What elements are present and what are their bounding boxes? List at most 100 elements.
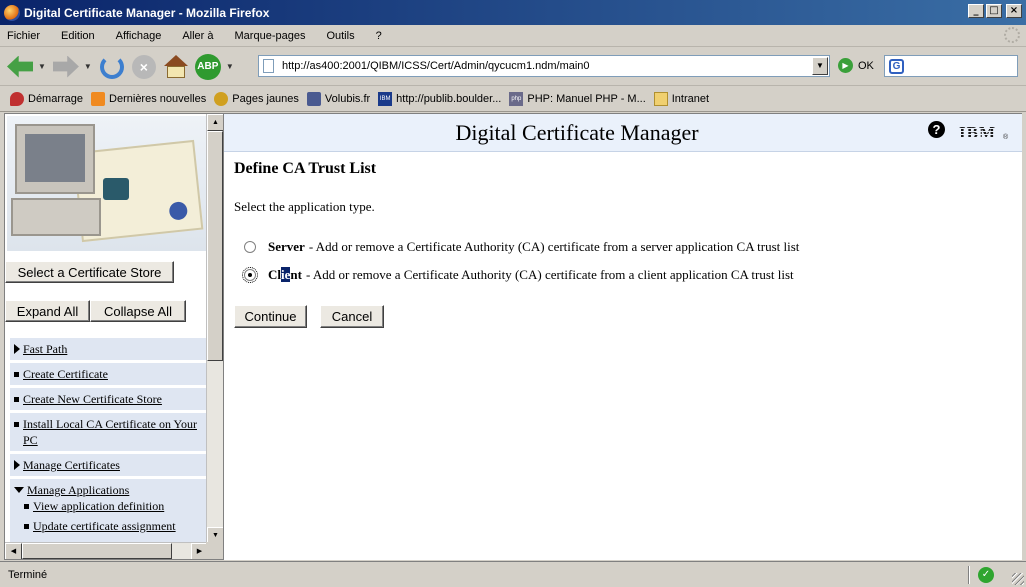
stop-icon: × bbox=[131, 54, 156, 79]
server-description: - Add or remove a Certificate Authority … bbox=[308, 239, 800, 254]
computer-illustration bbox=[11, 198, 101, 236]
horizontal-scroll-thumb[interactable] bbox=[22, 543, 172, 559]
bookmark-php-manuel[interactable]: php PHP: Manuel PHP - M... bbox=[509, 92, 646, 106]
collapse-all-button[interactable]: Collapse All bbox=[90, 300, 186, 322]
forward-arrow-icon bbox=[52, 55, 79, 78]
select-certificate-store-button[interactable]: Select a Certificate Store bbox=[5, 261, 174, 283]
section-title: Define CA Trust List bbox=[234, 160, 377, 177]
resize-grip[interactable] bbox=[1012, 573, 1024, 585]
ibm-registered-mark: ® bbox=[1003, 134, 1009, 141]
menu-aller-a[interactable]: Aller à bbox=[179, 30, 216, 42]
client-description: - Add or remove a Certificate Authority … bbox=[305, 267, 794, 282]
seal-icon bbox=[168, 201, 189, 221]
sidebar-item-fast-path[interactable]: Fast Path bbox=[10, 338, 209, 360]
help-icon[interactable]: ? bbox=[928, 121, 945, 138]
forward-history-dropdown-icon[interactable]: ▼ bbox=[84, 62, 92, 71]
server-radio[interactable] bbox=[244, 241, 256, 253]
collapse-triangle-icon bbox=[14, 487, 24, 493]
server-label: Server bbox=[268, 239, 305, 254]
menu-outils[interactable]: Outils bbox=[323, 30, 357, 42]
expand-all-button[interactable]: Expand All bbox=[5, 300, 90, 322]
bullet-icon bbox=[24, 524, 29, 529]
back-button[interactable] bbox=[6, 53, 34, 81]
sidebar-item-create-new-store[interactable]: Create New Certificate Store bbox=[10, 388, 209, 410]
search-input[interactable]: G bbox=[884, 55, 1018, 77]
bookmark-publib-boulder[interactable]: IBM http://publib.boulder... bbox=[378, 92, 501, 106]
sidebar-vertical-scrollbar[interactable]: ▲ ▼ bbox=[206, 114, 223, 544]
menu-bar: Fichier Edition Affichage Aller à Marque… bbox=[0, 25, 1026, 47]
url-bar[interactable]: http://as400:2001/QIBM/ICSS/Cert/Admin/q… bbox=[258, 55, 830, 77]
forward-button[interactable] bbox=[52, 53, 80, 81]
ibm-icon: IBM bbox=[378, 92, 393, 106]
bookmark-demarrage[interactable]: Démarrage bbox=[10, 92, 83, 106]
status-ok-icon: ✓ bbox=[978, 567, 994, 583]
menu-marque-pages[interactable]: Marque-pages bbox=[232, 30, 309, 42]
sidebar-horizontal-scrollbar[interactable]: ◀ ▶ bbox=[5, 542, 208, 559]
continue-button[interactable]: Continue bbox=[234, 305, 307, 328]
sidebar-item-create-certificate[interactable]: Create Certificate bbox=[10, 363, 209, 385]
go-label: OK bbox=[858, 59, 874, 72]
adblock-dropdown-icon[interactable]: ▼ bbox=[226, 62, 234, 71]
bullet-icon bbox=[24, 504, 29, 509]
bookmark-intranet[interactable]: Intranet bbox=[653, 92, 709, 106]
bookmarks-toolbar: Démarrage Dernières nouvelles Pages jaun… bbox=[0, 87, 1026, 112]
sidebar-subitem-update-cert-assignment[interactable]: Update certificate assignment bbox=[14, 518, 176, 534]
firefox-icon bbox=[4, 4, 20, 21]
home-button[interactable] bbox=[162, 53, 190, 81]
client-radio[interactable] bbox=[242, 267, 258, 283]
page-title: Digital Certificate Manager bbox=[455, 120, 699, 145]
sidebar-item-install-local-ca[interactable]: Install Local CA Certificate on Your PC bbox=[10, 413, 209, 451]
bullet-icon bbox=[14, 372, 19, 377]
left-navigation-frame: Select a Certificate Store Expand All Co… bbox=[4, 113, 224, 560]
url-text: http://as400:2001/QIBM/ICSS/Cert/Admin/q… bbox=[282, 60, 590, 72]
adblock-button[interactable]: ABP bbox=[194, 53, 222, 81]
demarrage-icon bbox=[10, 92, 24, 106]
status-separator bbox=[968, 566, 970, 584]
menu-edition[interactable]: Edition bbox=[58, 30, 98, 42]
back-history-dropdown-icon[interactable]: ▼ bbox=[38, 62, 46, 71]
close-button[interactable]: × bbox=[1006, 4, 1022, 18]
home-icon bbox=[163, 54, 189, 79]
throbber-icon bbox=[1004, 27, 1020, 43]
expand-triangle-icon bbox=[14, 344, 20, 354]
maximize-button[interactable]: □ bbox=[986, 4, 1002, 18]
stop-button[interactable]: × bbox=[130, 53, 158, 81]
sidebar-subitem-view-app-definition[interactable]: View application definition bbox=[14, 498, 164, 514]
option-client[interactable]: Client - Add or remove a Certificate Aut… bbox=[242, 267, 794, 283]
manage-applications-header[interactable]: Manage Applications bbox=[14, 482, 129, 498]
pages-jaunes-icon bbox=[214, 92, 229, 106]
window-title: Digital Certificate Manager - Mozilla Fi… bbox=[24, 5, 270, 20]
text-selection-highlight: ie bbox=[281, 267, 291, 282]
disk-illustration bbox=[103, 178, 129, 200]
menu-fichier[interactable]: Fichier bbox=[4, 30, 43, 42]
main-content-frame: Digital Certificate Manager ? IBM ® Defi… bbox=[224, 113, 1022, 560]
bookmark-dernieres-nouvelles[interactable]: Dernières nouvelles bbox=[91, 92, 206, 106]
go-button[interactable]: ▶ OK bbox=[838, 58, 874, 73]
vertical-scroll-thumb[interactable] bbox=[207, 131, 223, 361]
google-search-icon: G bbox=[889, 58, 904, 74]
dcm-banner-image bbox=[7, 116, 207, 251]
adblock-icon: ABP bbox=[194, 53, 221, 80]
menu-affichage[interactable]: Affichage bbox=[113, 30, 165, 42]
client-label: Client bbox=[268, 267, 302, 282]
bullet-icon bbox=[14, 422, 19, 427]
main-header: Digital Certificate Manager ? IBM ® bbox=[224, 114, 1022, 152]
reload-button[interactable] bbox=[98, 53, 126, 81]
sidebar-item-manage-applications[interactable]: Manage Applications View application def… bbox=[10, 479, 209, 553]
php-icon: php bbox=[509, 92, 524, 106]
url-dropdown-icon[interactable]: ▼ bbox=[812, 57, 828, 75]
scroll-left-icon[interactable]: ◀ bbox=[5, 543, 22, 559]
go-icon: ▶ bbox=[838, 58, 853, 73]
volubis-icon bbox=[306, 92, 321, 106]
rss-icon bbox=[91, 92, 106, 106]
sidebar-item-manage-certificates[interactable]: Manage Certificates bbox=[10, 454, 209, 476]
ibm-logo: IBM bbox=[959, 123, 996, 142]
status-bar: Terminé ✓ bbox=[0, 561, 1026, 587]
minimize-button[interactable]: _ bbox=[968, 4, 984, 18]
option-server[interactable]: Server - Add or remove a Certificate Aut… bbox=[244, 239, 799, 255]
bookmark-volubis[interactable]: Volubis.fr bbox=[306, 92, 370, 106]
menu-help[interactable]: ? bbox=[373, 30, 385, 42]
scroll-up-icon[interactable]: ▲ bbox=[207, 114, 223, 131]
bookmark-pages-jaunes[interactable]: Pages jaunes bbox=[214, 92, 299, 106]
cancel-button[interactable]: Cancel bbox=[320, 305, 384, 328]
